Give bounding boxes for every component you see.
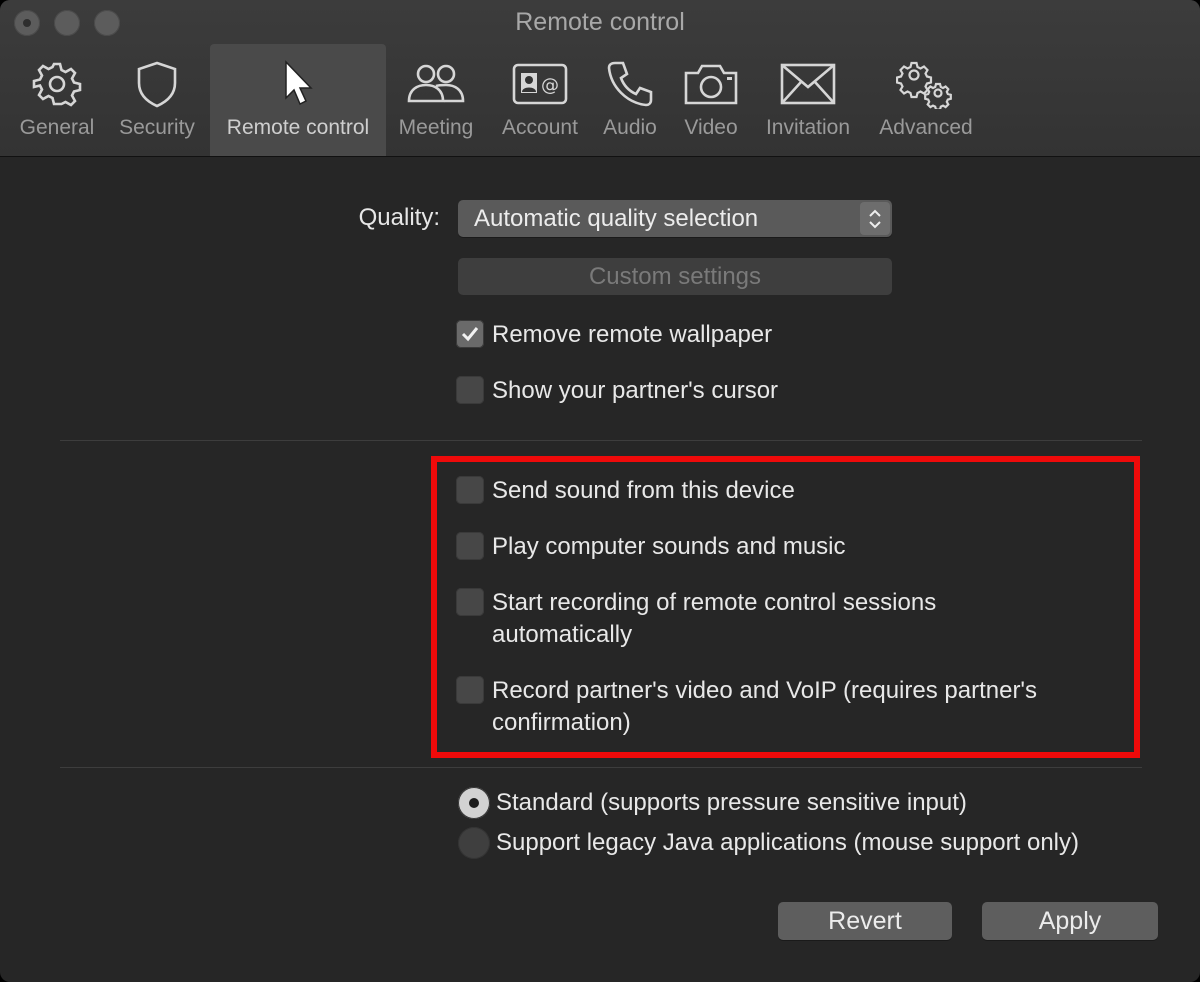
tab-label: Security	[119, 116, 195, 139]
window-title: Remote control	[515, 8, 685, 36]
tab-label: General	[19, 116, 95, 139]
contact-card-icon: @	[511, 50, 569, 118]
quality-select[interactable]: Automatic quality selection	[458, 200, 892, 237]
show-partner-cursor-label: Show your partner's cursor	[492, 377, 779, 404]
camera-icon	[682, 50, 740, 118]
gears-icon	[896, 50, 956, 118]
quality-selected-value: Automatic quality selection	[474, 205, 759, 232]
shield-icon	[134, 50, 180, 118]
apply-button[interactable]: Apply	[982, 902, 1158, 940]
updown-chevron-icon	[860, 202, 890, 235]
toolbar: Remote control General Security Remote c…	[0, 0, 1200, 157]
custom-settings-button[interactable]: Custom settings	[458, 258, 892, 295]
tab-invitation[interactable]: Invitation	[756, 44, 860, 156]
tab-meeting[interactable]: Meeting	[390, 44, 482, 156]
tab-label: Meeting	[398, 116, 474, 139]
people-icon	[406, 50, 466, 118]
gear-icon	[32, 50, 82, 118]
quality-label: Quality:	[358, 204, 440, 231]
standard-input-label: Standard (supports pressure sensitive in…	[496, 789, 967, 816]
tab-label: Invitation	[765, 116, 851, 139]
show-partner-cursor-checkbox[interactable]	[456, 376, 484, 404]
tab-remote-control[interactable]: Remote control	[210, 44, 386, 156]
remove-wallpaper-checkbox[interactable]	[456, 320, 484, 348]
tab-audio[interactable]: Audio	[596, 44, 664, 156]
preferences-window: Remote control General Security Remote c…	[0, 0, 1200, 982]
tab-security[interactable]: Security	[110, 44, 204, 156]
legacy-java-radio[interactable]	[458, 827, 490, 859]
tab-label: Account	[502, 116, 578, 139]
highlight-box	[431, 456, 1140, 758]
revert-button[interactable]: Revert	[778, 902, 952, 940]
tab-advanced[interactable]: Advanced	[870, 44, 982, 156]
envelope-icon	[779, 50, 837, 118]
tab-account[interactable]: @ Account	[492, 44, 588, 156]
legacy-java-label: Support legacy Java applications (mouse …	[496, 829, 1079, 856]
tab-label: Audio	[603, 116, 657, 139]
separator	[60, 440, 1142, 441]
phone-icon	[605, 50, 655, 118]
remove-wallpaper-label: Remove remote wallpaper	[492, 321, 773, 348]
cursor-icon	[278, 50, 318, 118]
tab-video[interactable]: Video	[676, 44, 746, 156]
standard-input-radio[interactable]	[458, 787, 490, 819]
svg-text:@: @	[541, 75, 559, 96]
tab-label: Remote control	[226, 116, 370, 139]
tab-general[interactable]: General	[12, 44, 102, 156]
checkmark-icon	[461, 327, 479, 342]
tab-label: Advanced	[879, 116, 973, 139]
separator	[60, 767, 1142, 768]
tab-label: Video	[684, 116, 738, 139]
